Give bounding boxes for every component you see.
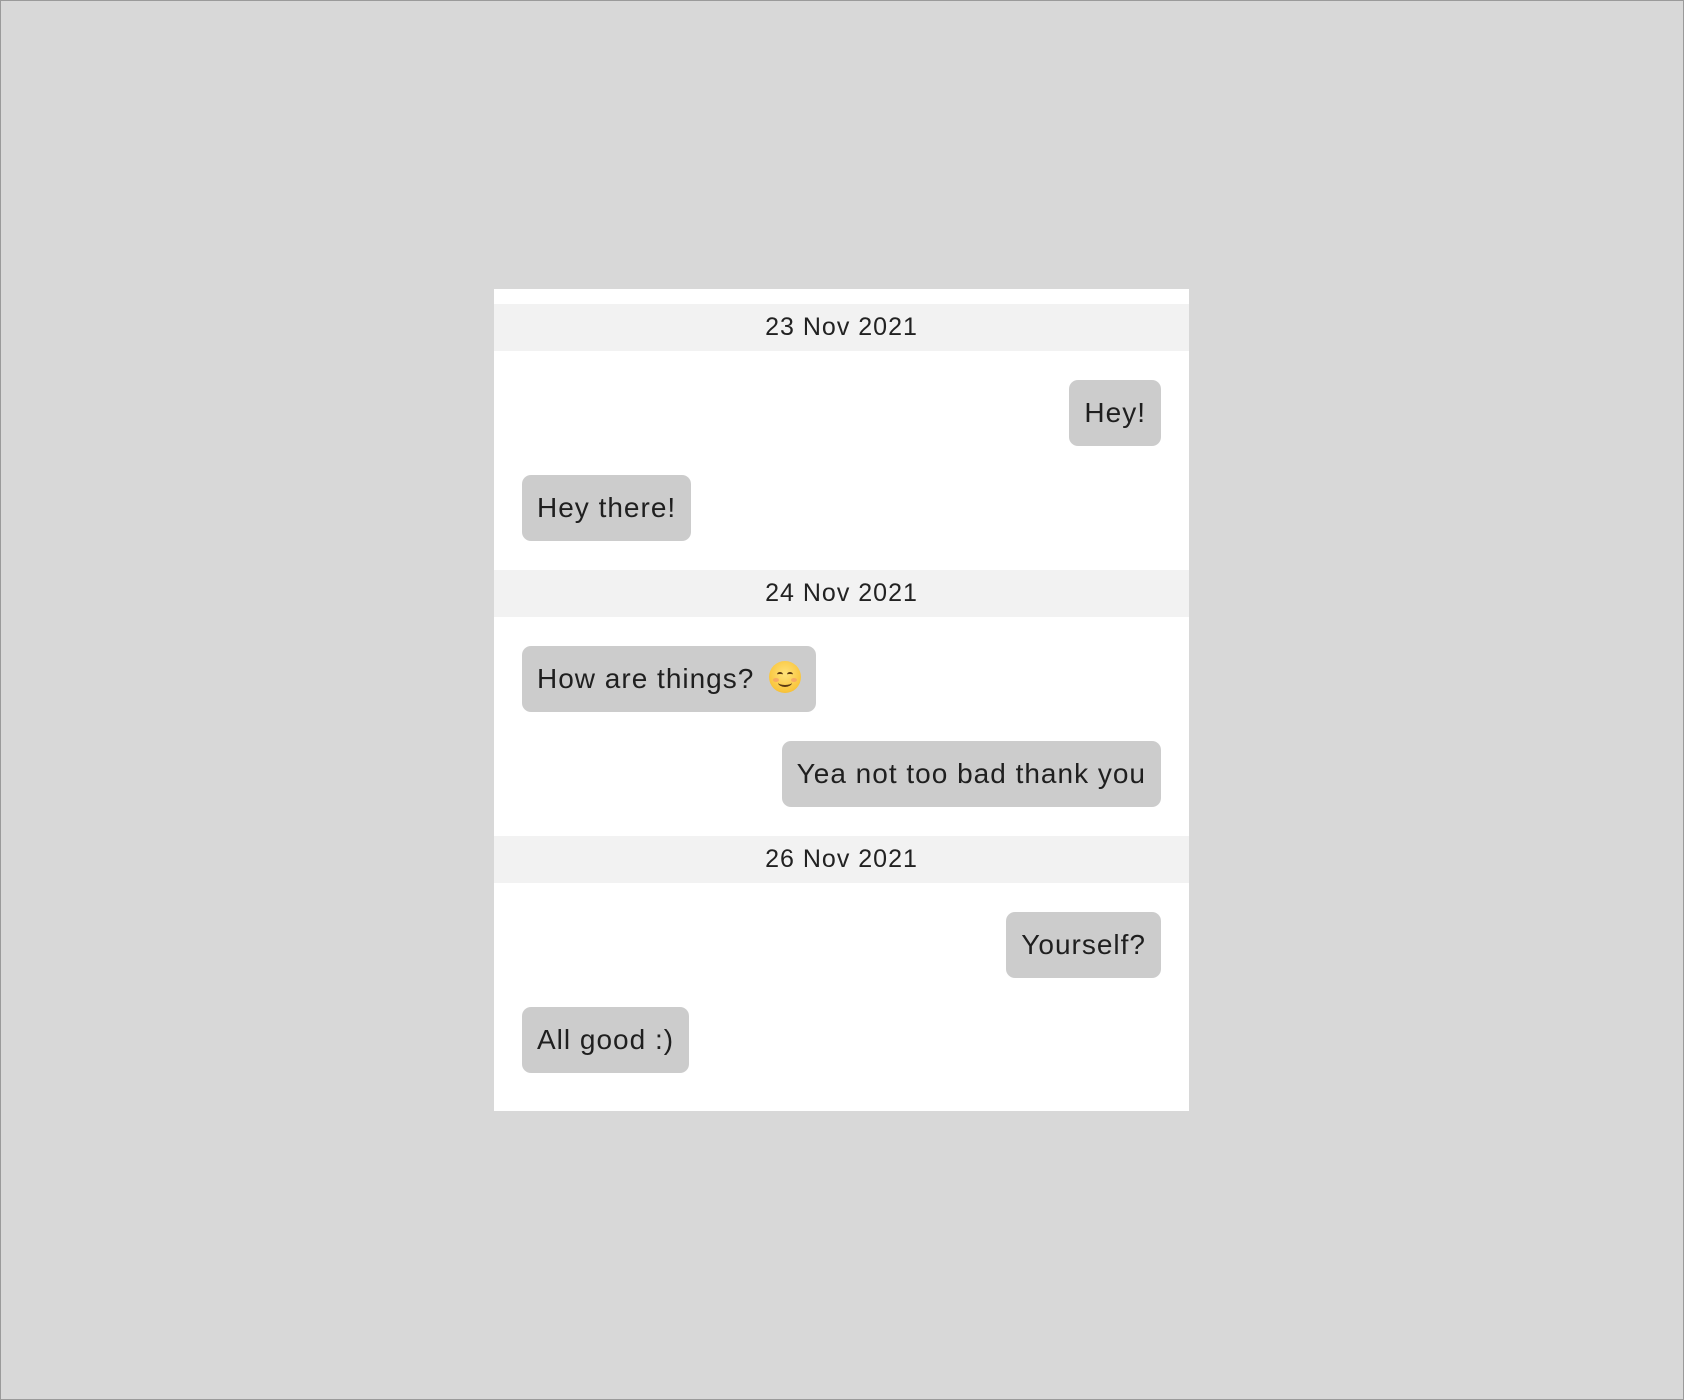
- message-row-incoming: All good :): [522, 1007, 1161, 1073]
- day-messages: Yourself? All good :): [494, 883, 1189, 1073]
- message-row-incoming: How are things?: [522, 646, 1161, 712]
- message-bubble[interactable]: Hey there!: [522, 475, 692, 541]
- date-separator: 24 Nov 2021: [494, 570, 1189, 617]
- date-separator: 23 Nov 2021: [494, 304, 1189, 351]
- message-row-outgoing: Yourself?: [522, 912, 1161, 978]
- message-bubble[interactable]: How are things?: [522, 646, 817, 712]
- message-row-outgoing: Yea not too bad thank you: [522, 741, 1161, 807]
- message-text: How are things?: [537, 663, 764, 694]
- message-row-incoming: Hey there!: [522, 475, 1161, 541]
- chat-panel: 23 Nov 2021 Hey! Hey there! 24 Nov 2021 …: [494, 289, 1189, 1111]
- smiling-face-emoji-icon: [769, 661, 802, 693]
- message-bubble[interactable]: Yea not too bad thank you: [781, 741, 1161, 807]
- message-bubble[interactable]: Yourself?: [1006, 912, 1161, 978]
- message-row-outgoing: Hey!: [522, 380, 1161, 446]
- day-messages: How are things? Yea not too bad thank yo…: [494, 617, 1189, 836]
- message-bubble[interactable]: All good :): [522, 1007, 690, 1073]
- day-messages: Hey! Hey there!: [494, 351, 1189, 570]
- message-bubble[interactable]: Hey!: [1069, 380, 1161, 446]
- date-separator: 26 Nov 2021: [494, 836, 1189, 883]
